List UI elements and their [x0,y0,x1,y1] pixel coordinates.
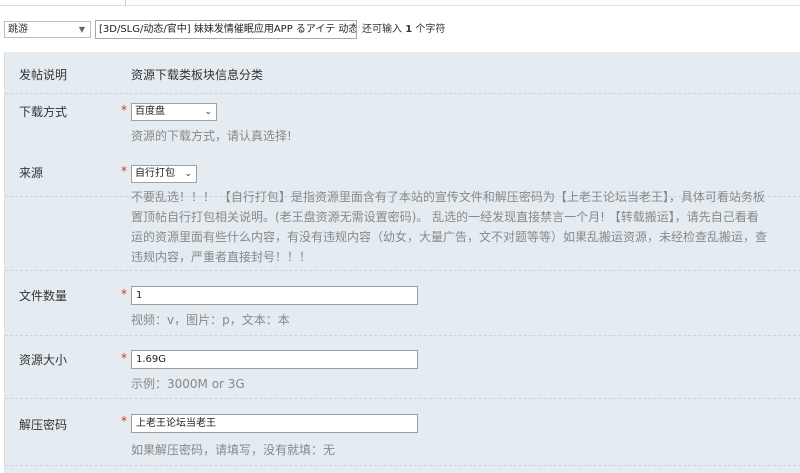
char-count-hint: 还可输入 1 个字符 [362,21,445,38]
source-label: 来源 [19,166,44,180]
size-label: 资源大小 [19,353,68,367]
source-desc-line: 置顶帖自行打包相关说明。(老王盘资源无需设置密码)。 乱选的一经发现直接禁言一个… [131,210,759,224]
chevron-down-icon: ⌄ [204,107,212,117]
row-file-count: 文件数量 * 1 视频：v，图片：p，文本：本 [5,271,800,336]
required-star: * [121,414,127,428]
row-size: 资源大小 * 1.69G 示例：3000M or 3G [5,336,800,399]
file-count-hint: 视频：v，图片：p，文本：本 [131,313,290,327]
row-password: 解压密码 * 上老王论坛当老王 如果解压密码，请填写，没有就填：无 [5,399,800,466]
source-desc-line: 运的资源里面有些什么内容，有没有违规内容（幼女，大量广告，文不对题等等）如果乱搬… [131,230,768,244]
file-count-value: 1 [136,290,143,301]
required-star: * [121,103,127,117]
row-notice: 发帖说明 资源下载类板块信息分类 [5,52,800,94]
download-method-label: 下载方式 [19,105,68,119]
password-input[interactable]: 上老王论坛当老王 [131,414,418,433]
subject-value: [3D/SLG/动态/官中] 妹妹发情催眠应用APP るアイテ 动态 [99,24,357,35]
password-label: 解压密码 [19,418,68,432]
file-count-input[interactable]: 1 [131,286,418,305]
source-desc-line: 不要乱选！！！ 【自行打包】是指资源里面含有了本站的宣传文件和解压密码为【上老王… [131,190,765,204]
top-tab-edge [0,0,800,6]
chevron-down-icon: ⌄ [184,169,192,179]
row-source: 来源 * 自行打包 ⌄ 不要乱选！！！ 【自行打包】是指资源里面含有了本站的宣传… [5,155,800,271]
source-value: 自行打包 [135,168,175,179]
notice-value: 资源下载类板块信息分类 [131,68,264,82]
required-star: * [121,351,127,365]
subject-input[interactable]: [3D/SLG/动态/官中] 妹妹发情催眠应用APP るアイテ 动态 [95,20,357,39]
size-input[interactable]: 1.69G [131,350,418,369]
title-bar: 跳游 ▼ [3D/SLG/动态/官中] 妹妹发情催眠应用APP るアイテ 动态 … [0,16,800,46]
thread-type-value: 跳游 [8,24,28,35]
required-star: * [121,287,127,301]
classification-panel: 发帖说明 资源下载类板块信息分类 下载方式 * 百度盘 ⌄ 资源的下载方式，请认… [4,52,800,473]
size-value: 1.69G [136,354,167,365]
char-hint-prefix: 还可输入 [362,24,402,35]
password-hint: 如果解压密码，请填写，没有就填：无 [131,443,336,457]
chevron-down-icon: ▼ [78,25,85,34]
source-desc-line: 违规内容，严重者直接封号！！！ [131,250,312,264]
download-method-value: 百度盘 [135,106,165,117]
source-select[interactable]: 自行打包 ⌄ [131,165,197,183]
thread-type-select[interactable]: 跳游 ▼ [4,21,91,38]
source-description: 不要乱选！！！ 【自行打包】是指资源里面含有了本站的宣传文件和解压密码为【上老王… [131,187,800,267]
download-method-select[interactable]: 百度盘 ⌄ [131,103,217,121]
tab-border [0,0,126,6]
char-hint-count: 1 [405,24,413,35]
top-divider [126,5,800,6]
required-star: * [121,164,127,178]
notice-label: 发帖说明 [19,68,68,82]
size-hint: 示例：3000M or 3G [131,377,245,391]
download-method-hint: 资源的下载方式，请认真选择! [131,129,292,143]
password-value: 上老王论坛当老王 [136,418,216,429]
char-hint-suffix: 个字符 [415,24,446,35]
file-count-label: 文件数量 [19,289,68,303]
